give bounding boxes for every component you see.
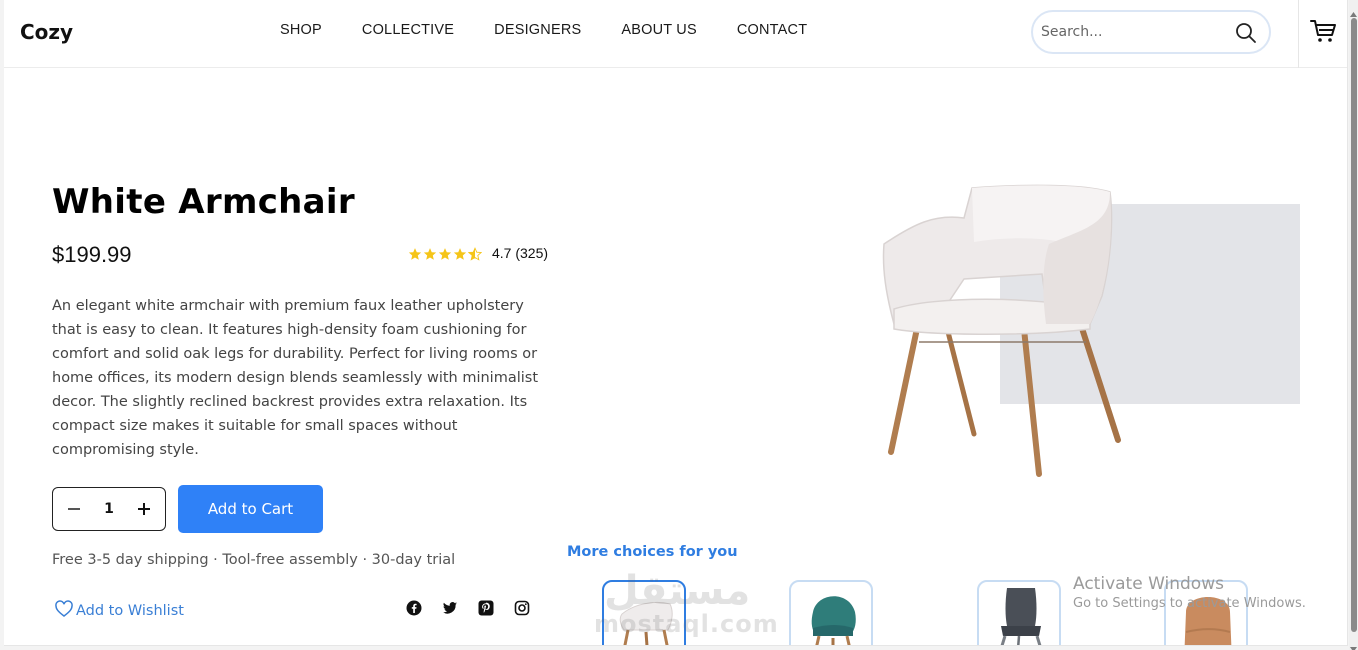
- shipping-perks: Free 3-5 day shipping · Tool-free assemb…: [52, 552, 456, 568]
- activate-windows-overlay: Activate Windows Go to Settings to activ…: [1073, 574, 1306, 611]
- minus-icon[interactable]: [65, 500, 83, 518]
- twitter-icon[interactable]: [442, 600, 458, 616]
- quantity-stepper: 1: [52, 487, 166, 531]
- product-price: $199.99: [52, 242, 132, 267]
- product-title: White Armchair: [52, 182, 355, 222]
- product-page: Cozy SHOP COLLECTIVE DESIGNERS ABOUT US …: [4, 0, 1348, 646]
- scrollbar-thumb[interactable]: [1351, 18, 1357, 632]
- add-to-wishlist-link[interactable]: Add to Wishlist: [54, 600, 184, 622]
- site-header: Cozy SHOP COLLECTIVE DESIGNERS ABOUT US …: [4, 0, 1347, 68]
- plus-icon[interactable]: [135, 500, 153, 518]
- rating-text: 4.7 (325): [492, 245, 549, 261]
- nav-designers[interactable]: DESIGNERS: [494, 22, 581, 38]
- thumbnail-teal-chair[interactable]: [789, 580, 873, 645]
- nav-shop[interactable]: SHOP: [280, 22, 322, 38]
- star-full-icon: [423, 246, 437, 260]
- facebook-icon[interactable]: [406, 600, 422, 616]
- thumbnail-grey-chair[interactable]: [977, 580, 1061, 645]
- quantity-value[interactable]: 1: [104, 501, 114, 517]
- star-full-icon: [408, 246, 422, 260]
- social-links: [406, 600, 530, 616]
- more-choices-heading: More choices for you: [567, 544, 738, 560]
- nav-collective[interactable]: COLLECTIVE: [362, 22, 454, 38]
- scroll-up-icon[interactable]: [1350, 4, 1357, 17]
- cart-icon[interactable]: [1308, 16, 1338, 46]
- pinterest-icon[interactable]: [478, 600, 494, 616]
- star-full-icon: [453, 246, 467, 260]
- header-divider: [1298, 0, 1299, 68]
- nav-contact[interactable]: CONTACT: [737, 22, 807, 38]
- main-nav: SHOP COLLECTIVE DESIGNERS ABOUT US CONTA…: [280, 22, 807, 38]
- watermark-logo: مستقل mostaql.com: [594, 568, 778, 638]
- instagram-icon[interactable]: [514, 600, 530, 616]
- product-rating: 4.7 (325): [408, 245, 548, 261]
- add-to-cart-button[interactable]: Add to Cart: [178, 485, 323, 533]
- product-image: [874, 184, 1134, 484]
- site-logo[interactable]: Cozy: [20, 20, 73, 44]
- wishlist-label: Add to Wishlist: [76, 603, 184, 619]
- watermark-latin: mostaql.com: [594, 610, 779, 638]
- search-box: [1031, 10, 1271, 54]
- heart-icon: [54, 600, 74, 622]
- scroll-down-icon[interactable]: [1350, 638, 1357, 650]
- nav-about-us[interactable]: ABOUT US: [621, 22, 696, 38]
- star-half-icon: [467, 246, 483, 261]
- activate-windows-title: Activate Windows: [1073, 574, 1224, 594]
- search-icon[interactable]: [1235, 22, 1257, 44]
- watermark-arabic: مستقل: [604, 568, 751, 614]
- vertical-scrollbar[interactable]: [1349, 0, 1358, 650]
- rating-stars: [408, 246, 483, 261]
- activate-windows-subtitle: Go to Settings to activate Windows.: [1073, 596, 1306, 611]
- product-description: An elegant white armchair with premium f…: [52, 298, 539, 458]
- star-full-icon: [438, 246, 452, 260]
- search-input[interactable]: [1041, 20, 1221, 44]
